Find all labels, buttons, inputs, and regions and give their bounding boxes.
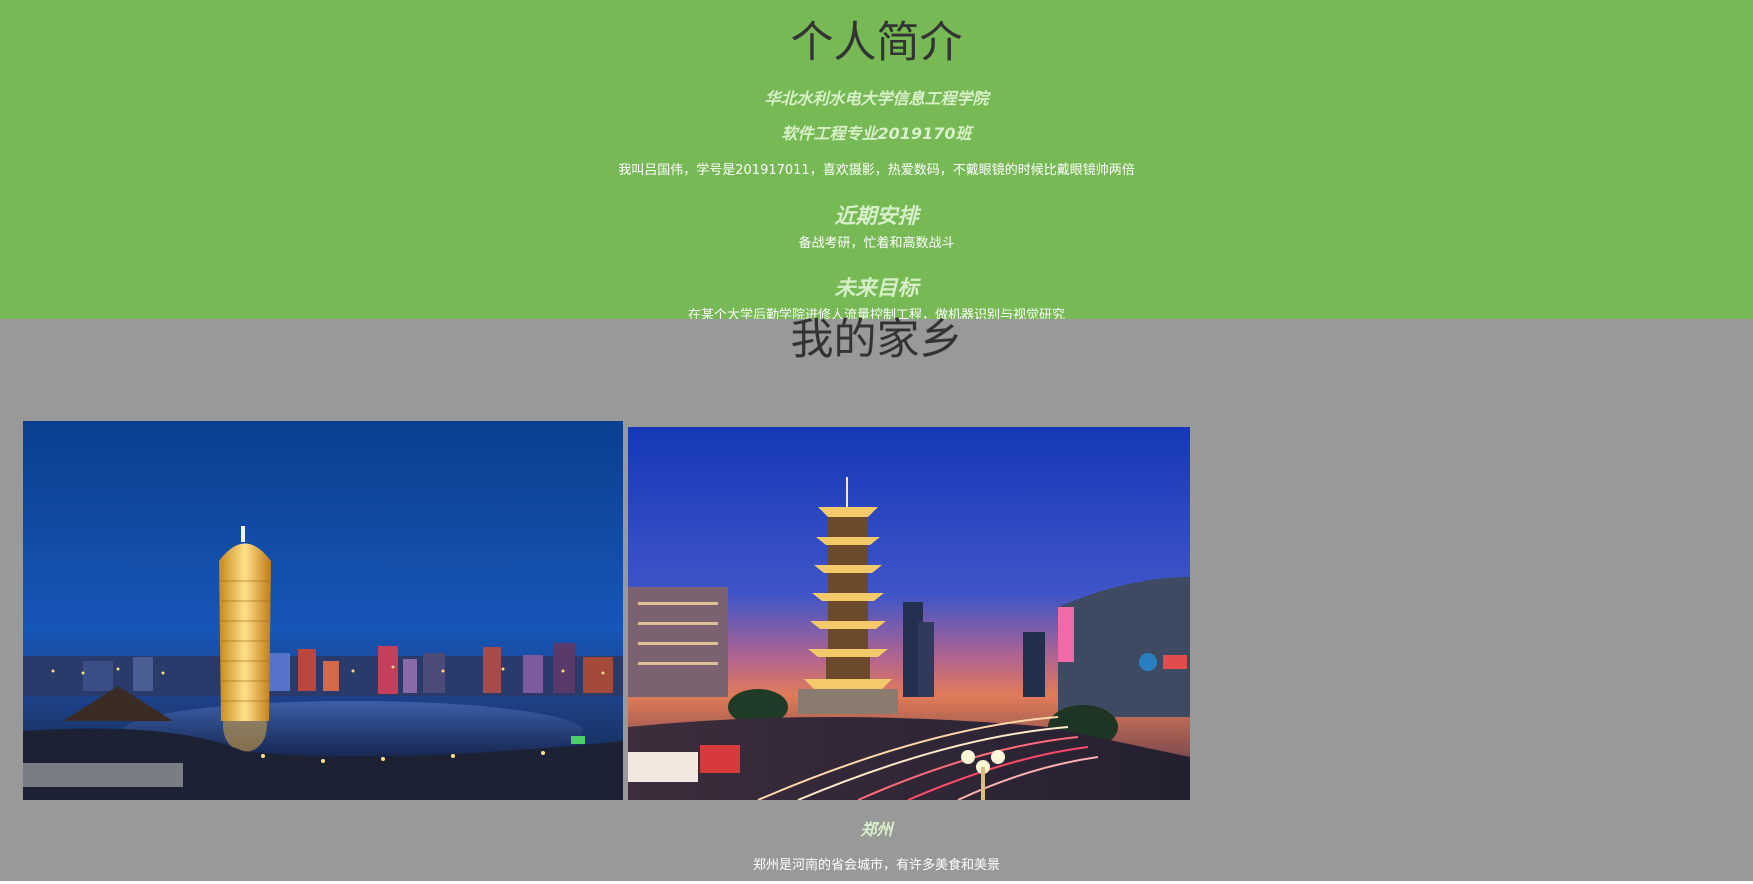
hometown-section: 我的家乡 郑州 郑州是河南的省会城市，有许多美食和美景 — [0, 315, 1753, 881]
intro-section: 个人简介 华北水利水电大学信息工程学院 软件工程专业2019170班 我叫吕国伟… — [0, 0, 1753, 323]
goal-heading: 未来目标 — [834, 276, 919, 300]
plan-heading: 近期安排 — [834, 204, 919, 228]
class-name: 软件工程专业2019170班 — [781, 124, 972, 143]
hometown-photo-tower-night — [23, 421, 623, 800]
city-name: 郑州 — [860, 820, 893, 839]
city-description: 郑州是河南的省会城市，有许多美食和美景 — [752, 858, 1000, 873]
hometown-photo-pagoda-dusk — [628, 427, 1190, 800]
hometown-title: 我的家乡 — [790, 315, 963, 365]
bio-text: 我叫吕国伟，学号是201917011，喜欢摄影，热爱数码，不戴眼镜的时候比戴眼镜… — [618, 163, 1135, 178]
intro-title: 个人简介 — [790, 18, 963, 68]
school-name: 华北水利水电大学信息工程学院 — [764, 89, 989, 108]
plan-text: 备战考研，忙着和高数战斗 — [798, 236, 955, 251]
